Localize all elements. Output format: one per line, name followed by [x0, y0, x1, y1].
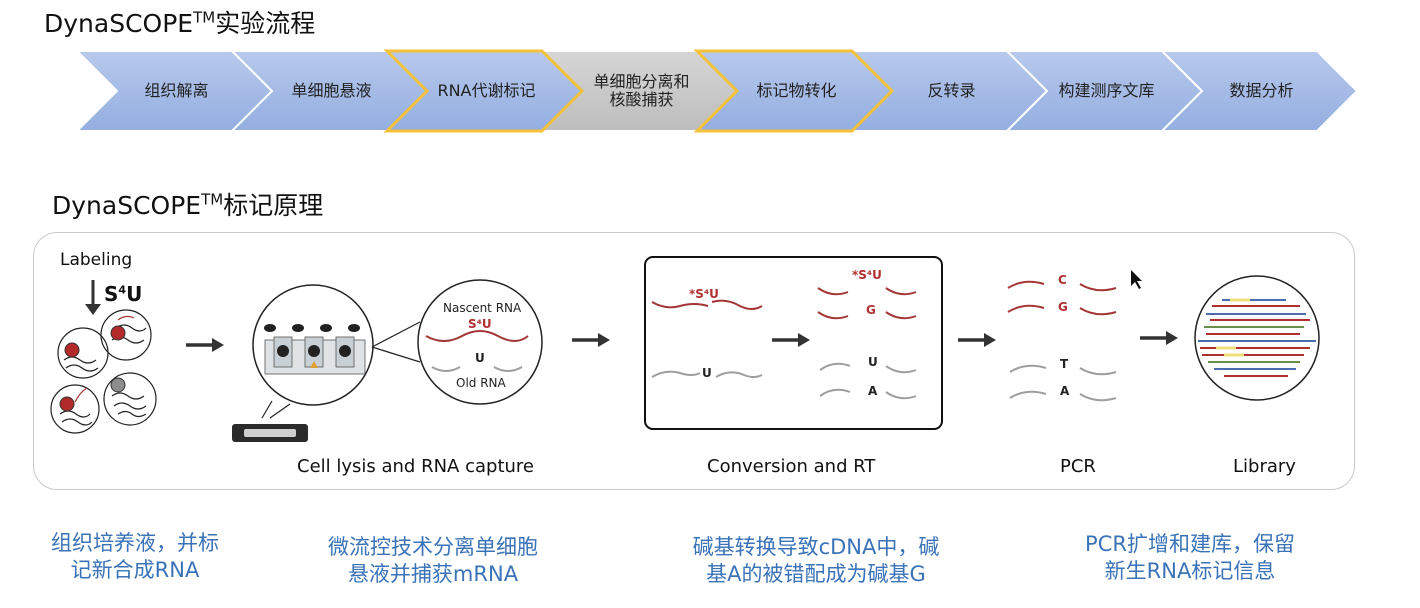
pcr-t-label: T [1060, 357, 1069, 371]
rt-star-s4u-label: *S⁴U [852, 268, 882, 282]
arrow-right-icon-5 [1140, 331, 1178, 345]
arrow-right-icon-1 [186, 338, 224, 352]
pcr-c-label: C [1058, 273, 1067, 287]
microfluidic-magnifier [232, 284, 374, 442]
caption-lysis: Cell lysis and RNA capture [297, 456, 534, 477]
desc-pcr: PCR扩增和建库，保留 新生RNA标记信息 [1085, 532, 1295, 583]
library-circle [1194, 275, 1320, 401]
conv-star-s4u-label: *S⁴U [689, 287, 719, 301]
desc-capture: 微流控技术分离单细胞 悬液并捕获mRNA [328, 535, 538, 586]
nascent-rna-label: Nascent RNA [443, 301, 522, 315]
desc-labeling: 组织培养液，并标 记新合成RNA [51, 531, 219, 582]
principle-graphics [50, 256, 1320, 442]
cursor-icon [1131, 270, 1142, 289]
conv-u-label: U [702, 366, 712, 380]
caption-library: Library [1233, 456, 1296, 477]
conversion-strands [651, 287, 917, 400]
pcr-a-label: A [1060, 384, 1070, 398]
rt-g-label: G [866, 303, 876, 317]
bubble-u-label: U [475, 351, 485, 365]
old-rna-label: Old RNA [456, 376, 506, 390]
bubble-s4u-label: S⁴U [468, 317, 492, 331]
arrow-right-icon-2 [572, 333, 610, 347]
rt-u-label: U [868, 355, 878, 369]
labeled-cells [50, 309, 157, 434]
rt-a-label: A [868, 384, 878, 398]
pcr-g-label: G [1058, 300, 1068, 314]
caption-conversion: Conversion and RT [707, 456, 876, 477]
arrow-right-icon-4 [958, 333, 996, 347]
desc-conversion: 碱基转换导致cDNA中，碱 基A的被错配成为碱基G [692, 535, 940, 586]
conversion-box [644, 256, 943, 430]
down-arrow-icon [85, 280, 101, 315]
arrow-right-icon-3 [772, 333, 810, 347]
caption-pcr: PCR [1060, 456, 1096, 477]
